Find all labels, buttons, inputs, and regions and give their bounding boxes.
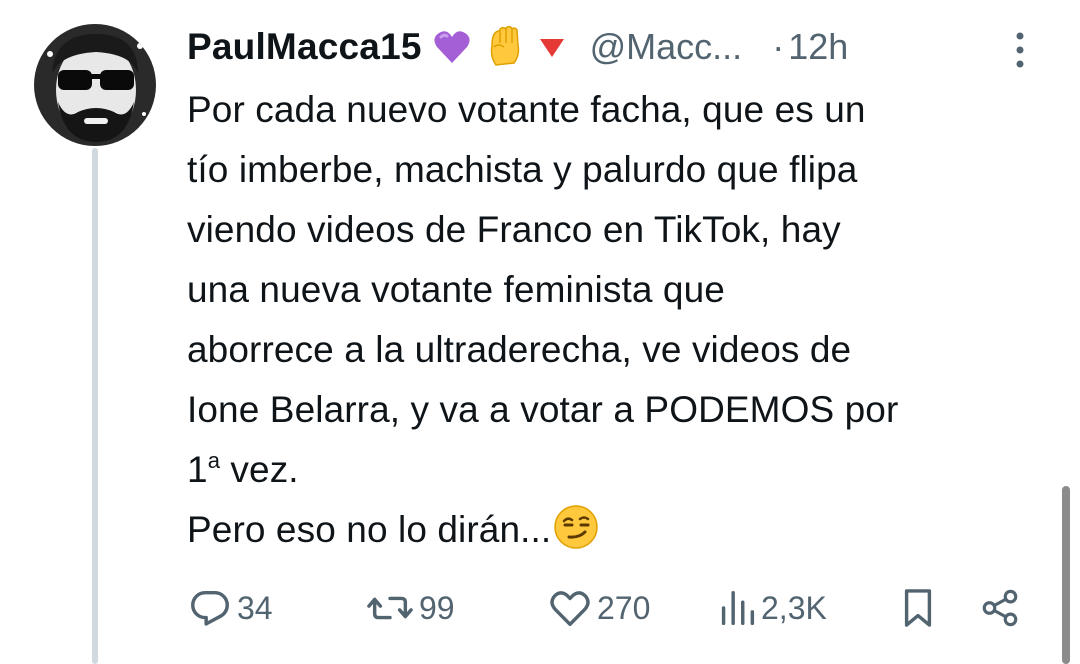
bar-chart-icon: [717, 585, 757, 631]
purple-heart-icon: [432, 27, 472, 67]
reply-icon: [187, 585, 233, 631]
views-button[interactable]: 2,3K: [717, 580, 827, 636]
tweet-actions: 34 99 270 2,3K: [187, 580, 1047, 636]
separator-dot: ·: [772, 26, 785, 67]
tweet-line: una nueva votante feminista que: [187, 269, 725, 310]
ordinal-number: 1: [187, 449, 208, 490]
tweet-line-text: Pero eso no lo dirán...: [187, 509, 552, 550]
red-triangle-icon: [536, 31, 568, 63]
avatar[interactable]: [34, 24, 156, 146]
views-count: 2,3K: [761, 589, 827, 626]
tweet-line-rest: vez.: [220, 449, 299, 490]
display-name[interactable]: PaulMacca15: [187, 26, 422, 68]
reply-button[interactable]: 34: [187, 580, 273, 636]
tweet-line: aborrece a la ultraderecha, ve videos de: [187, 329, 852, 370]
retweet-count: 99: [419, 589, 455, 626]
tweet-line: Por cada nuevo votante facha, que es un: [187, 89, 866, 130]
tweet-line: Ione Belarra, y va a votar a PODEMOS por: [187, 389, 899, 430]
tweet-line: tío imberbe, machista y palurdo que flip…: [187, 149, 858, 190]
smirking-face-icon: [553, 504, 599, 568]
thread-line: [92, 148, 98, 664]
tweet-header: PaulMacca15 @Macc... · 12h: [187, 22, 848, 72]
retweet-icon: [365, 585, 415, 631]
handle[interactable]: @Macc...: [590, 26, 743, 68]
share-button[interactable]: [979, 580, 1021, 636]
bookmark-icon: [899, 585, 937, 631]
retweet-button[interactable]: 99: [365, 580, 455, 636]
ordinal-superscript: a: [207, 448, 221, 473]
like-button[interactable]: 270: [547, 580, 650, 636]
tweet[interactable]: PaulMacca15 @Macc... · 12h Por cada nuev…: [0, 0, 1080, 664]
tweet-line: viendo videos de Franco en TikTok, hay: [187, 209, 841, 250]
bookmark-button[interactable]: [899, 580, 937, 636]
share-icon: [979, 585, 1021, 631]
scrollbar[interactable]: [1062, 486, 1070, 664]
raised-fist-icon: [482, 25, 526, 69]
reply-count: 34: [237, 589, 273, 626]
heart-icon: [547, 585, 593, 631]
tweet-line: Pero eso no lo dirán...: [187, 500, 1057, 568]
tweet-line: 1a vez.: [187, 440, 1057, 500]
like-count: 270: [597, 589, 651, 626]
tweet-text: Por cada nuevo votante facha, que es un …: [187, 80, 1057, 568]
more-options-icon[interactable]: [1010, 30, 1030, 70]
timestamp[interactable]: 12h: [788, 26, 848, 68]
